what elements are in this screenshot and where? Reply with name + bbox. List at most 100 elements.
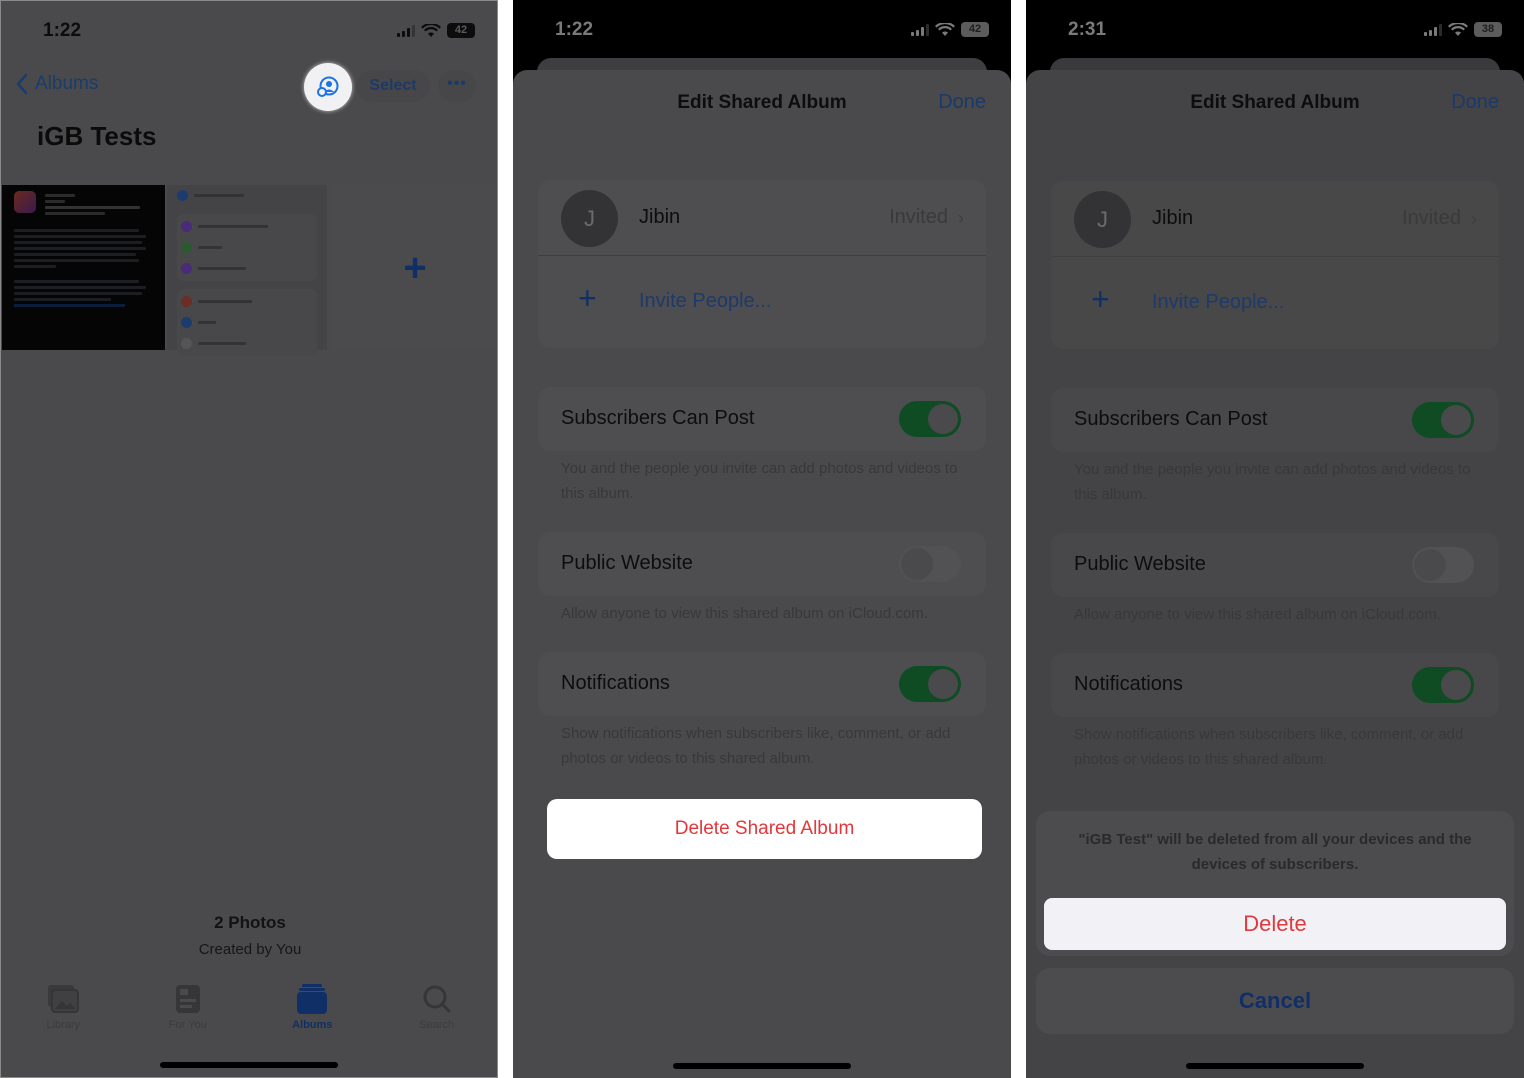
invite-people-button[interactable]: + Invite People... [538, 256, 986, 348]
status-bar: 1:22 42 [513, 0, 1011, 58]
wifi-icon [1448, 22, 1468, 36]
done-button[interactable]: Done [1451, 91, 1499, 114]
subscriber-status: Invited [1402, 207, 1461, 229]
setting-notifications: Notifications [538, 652, 986, 716]
album-screen: 1:22 42 Albums Select ••• iGB Tests + 2 … [0, 0, 498, 1078]
status-bar: 2:31 38 [1026, 0, 1524, 58]
albums-icon [297, 984, 328, 1014]
people-share-icon [317, 76, 339, 97]
cellular-signal-icon [397, 24, 415, 37]
avatar: J [561, 190, 618, 247]
delete-confirmation-screen: 2:31 38 Edit Shared Album Done J Jibin I… [1026, 0, 1524, 1078]
delete-action-sheet: "iGB Test" will be deleted from all your… [1036, 811, 1514, 956]
setting-footnote: Show notifications when subscribers like… [1074, 726, 1464, 768]
search-icon [423, 985, 451, 1013]
tab-albums[interactable]: Albums [250, 983, 375, 1031]
public-website-toggle[interactable] [1412, 547, 1474, 583]
more-options-button[interactable]: ••• [438, 70, 476, 102]
setting-footnote: Show notifications when subscribers like… [561, 725, 951, 767]
subscriber-status: Invited [889, 206, 948, 228]
shared-album-people-button[interactable] [304, 63, 352, 111]
battery-icon: 42 [447, 23, 475, 38]
delete-shared-album-button[interactable]: Delete Shared Album [547, 799, 982, 859]
setting-label: Notifications [561, 672, 670, 694]
subscribers-group: J Jibin Invited › + Invite People... [1051, 181, 1499, 349]
tab-library-label: Library [46, 1019, 81, 1031]
setting-label: Notifications [1074, 673, 1183, 695]
chevron-right-icon: › [1471, 209, 1477, 229]
notifications-toggle[interactable] [1412, 667, 1474, 703]
edit-sheet: Edit Shared Album Done J Jibin Invited ›… [1026, 70, 1524, 1078]
edit-shared-album-screen: 1:22 42 Edit Shared Album Done J Jibin I… [513, 0, 1011, 1078]
setting-footnote: Allow anyone to view this shared album o… [1074, 606, 1441, 623]
album-title: iGB Tests [37, 121, 157, 151]
setting-label: Subscribers Can Post [561, 407, 755, 429]
home-indicator [1186, 1063, 1364, 1069]
sheet-title: Edit Shared Album [677, 92, 847, 113]
tab-for-you[interactable]: For You [126, 983, 251, 1031]
chevron-left-icon [16, 73, 28, 95]
setting-notifications: Notifications [1051, 653, 1499, 717]
setting-public-website: Public Website [538, 532, 986, 596]
wifi-icon [421, 23, 441, 37]
home-indicator [673, 1063, 851, 1069]
setting-label: Public Website [1074, 553, 1206, 575]
setting-footnote: Allow anyone to view this shared album o… [561, 605, 928, 622]
select-button[interactable]: Select [356, 70, 430, 102]
photo-thumbnail[interactable] [2, 185, 165, 350]
wifi-icon [935, 22, 955, 36]
setting-label: Subscribers Can Post [1074, 408, 1268, 430]
tab-for-you-label: For You [168, 1019, 207, 1031]
add-photos-button[interactable]: + [331, 185, 497, 350]
done-button[interactable]: Done [938, 91, 986, 114]
notifications-toggle[interactable] [899, 666, 961, 702]
edit-sheet: Edit Shared Album Done J Jibin Invited ›… [513, 70, 1011, 1078]
battery-icon: 38 [1474, 22, 1502, 37]
back-button[interactable]: Albums [15, 73, 98, 95]
cellular-signal-icon [1424, 23, 1442, 36]
subscriber-row[interactable]: J Jibin Invited › [538, 180, 986, 256]
album-creator: Created by You [198, 941, 302, 958]
subscriber-name: Jibin [1152, 207, 1194, 229]
setting-footnote: You and the people you invite can add ph… [561, 460, 958, 502]
photo-thumbnail[interactable] [167, 185, 327, 356]
status-time: 1:22 [555, 19, 594, 40]
tab-search-label: Search [419, 1019, 455, 1031]
plus-icon: + [1091, 281, 1110, 317]
invite-people-label: Invite People... [1152, 291, 1285, 313]
tab-library[interactable]: Library [1, 983, 126, 1031]
setting-subscribers-can-post: Subscribers Can Post [1051, 388, 1499, 452]
subscribers-can-post-toggle[interactable] [1412, 402, 1474, 438]
status-time: 2:31 [1068, 19, 1107, 40]
subscriber-name: Jibin [639, 206, 681, 228]
invite-people-button[interactable]: + Invite People... [1051, 257, 1499, 349]
avatar: J [1074, 191, 1131, 248]
subscriber-row[interactable]: J Jibin Invited › [1051, 181, 1499, 257]
back-label: Albums [35, 73, 99, 94]
for-you-icon [175, 985, 200, 1013]
action-sheet-message: "iGB Test" will be deleted from all your… [1078, 831, 1472, 873]
home-indicator [160, 1062, 338, 1068]
app-icon-thumbnail [14, 191, 36, 213]
public-website-toggle[interactable] [899, 546, 961, 582]
tab-albums-label: Albums [292, 1019, 333, 1031]
photo-library-icon [48, 985, 80, 1013]
setting-subscribers-can-post: Subscribers Can Post [538, 387, 986, 451]
chevron-right-icon: › [958, 208, 964, 228]
cellular-signal-icon [911, 23, 929, 36]
status-bar: 1:22 42 [1, 1, 497, 59]
subscribers-group: J Jibin Invited › + Invite People... [538, 180, 986, 348]
invite-people-label: Invite People... [639, 290, 772, 312]
plus-icon: + [578, 280, 597, 316]
setting-label: Public Website [561, 552, 693, 574]
setting-footnote: You and the people you invite can add ph… [1074, 461, 1471, 503]
sheet-title: Edit Shared Album [1190, 92, 1360, 113]
plus-icon: + [403, 245, 427, 290]
tab-bar: Library For You Albums Search [1, 983, 498, 1031]
photo-count: 2 Photos [214, 913, 286, 932]
confirm-delete-button[interactable]: Delete [1044, 898, 1506, 950]
cancel-button[interactable]: Cancel [1036, 968, 1514, 1034]
subscribers-can-post-toggle[interactable] [899, 401, 961, 437]
setting-public-website: Public Website [1051, 533, 1499, 597]
tab-search[interactable]: Search [375, 983, 498, 1031]
